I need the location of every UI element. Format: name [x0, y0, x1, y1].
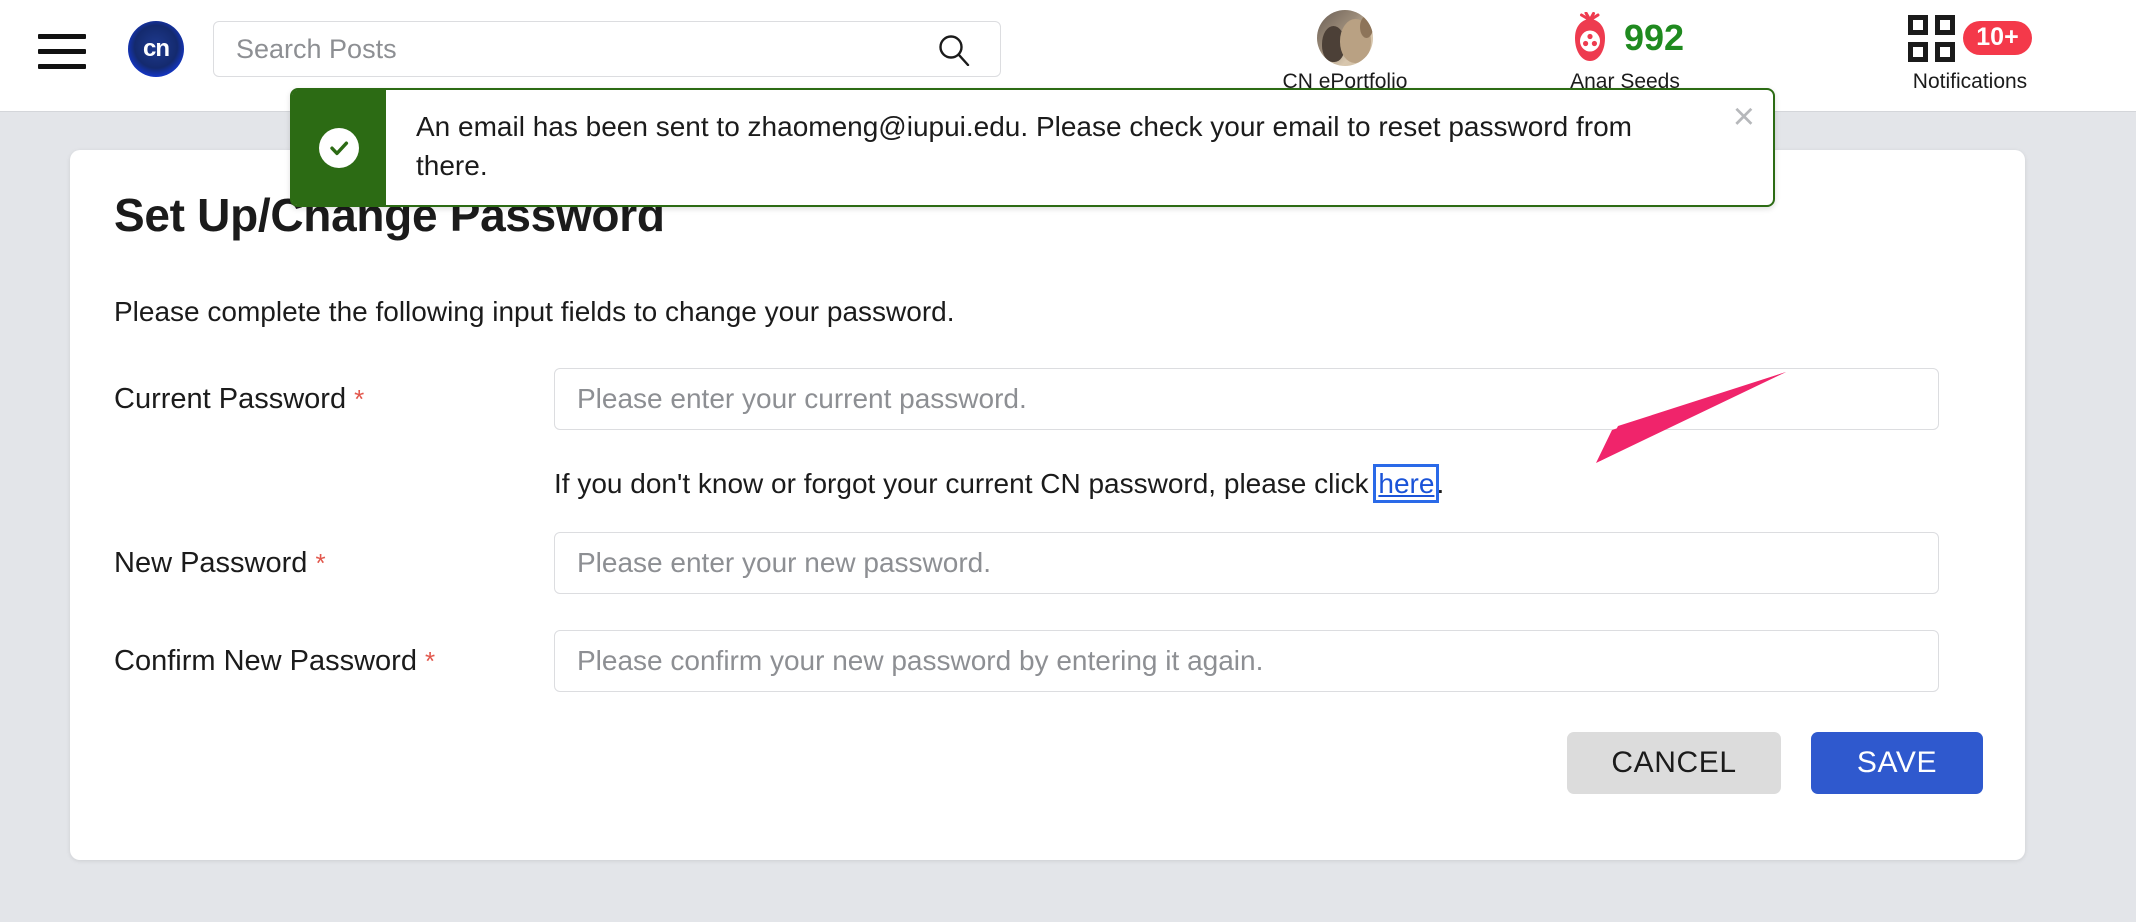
hamburger-bar — [38, 34, 86, 39]
label-text: Current Password — [114, 383, 347, 415]
required-marker: * — [425, 646, 436, 676]
search-box[interactable] — [213, 21, 1001, 77]
avatar-dog-ear — [1360, 16, 1373, 38]
save-button[interactable]: SAVE — [1811, 732, 1983, 794]
grid-cell — [1908, 14, 1929, 35]
confirm-password-input[interactable] — [554, 630, 1939, 692]
hamburger-menu-icon[interactable] — [38, 32, 86, 70]
forgot-password-hint: If you don't know or forgot your current… — [554, 464, 1445, 503]
required-marker: * — [315, 548, 326, 578]
notifications-row: 10+ — [1908, 10, 2032, 66]
hamburger-bar — [38, 49, 86, 54]
header-notifications-label: Notifications — [1912, 70, 2028, 93]
hint-text-after: . — [1436, 468, 1445, 499]
seeds-count: 992 — [1623, 17, 1685, 58]
check-circle-icon — [319, 127, 359, 168]
form-intro-text: Please complete the following input fiel… — [114, 296, 955, 327]
close-icon[interactable]: × — [1733, 98, 1755, 136]
hamburger-bar — [38, 64, 86, 69]
here-link[interactable]: here — [1373, 464, 1440, 503]
success-alert: An email has been sent to zhaomeng@iupui… — [290, 88, 1775, 208]
current-password-input[interactable] — [554, 368, 1939, 430]
search-input[interactable] — [234, 22, 894, 76]
pomegranate-icon — [1574, 12, 1605, 61]
label-new-password: New Password * — [114, 532, 554, 580]
grid-cell — [1908, 41, 1929, 62]
alert-message: An email has been sent to zhaomeng@iupui… — [416, 111, 1632, 181]
search-icon[interactable] — [938, 34, 970, 66]
label-text: Confirm New Password — [114, 645, 417, 677]
grid-cell — [1935, 14, 1956, 35]
hint-text-before: If you don't know or forgot your current… — [554, 468, 1377, 499]
required-marker: * — [354, 384, 365, 414]
field-row-current-password: Current Password * — [114, 368, 1984, 430]
header-seeds-link[interactable]: 992 Anar Seeds — [1525, 10, 1725, 94]
form-actions: CANCEL SAVE — [1567, 732, 1983, 794]
header-portfolio-link[interactable]: CN ePortfolio — [1255, 10, 1435, 94]
notifications-badge: 10+ — [1963, 21, 2032, 55]
password-card: Set Up/Change Password Please complete t… — [70, 150, 2025, 860]
label-current-password: Current Password * — [114, 368, 554, 416]
cn-logo[interactable]: cn — [128, 21, 184, 77]
alert-icon-column — [292, 90, 386, 206]
seeds-row: 992 — [1566, 10, 1684, 66]
header-notifications-link[interactable]: 10+ Notifications — [1860, 10, 2080, 94]
avatar — [1317, 10, 1373, 66]
grid-apps-icon[interactable] — [1908, 14, 1956, 62]
page-root: cn CN ePortfolio — [0, 0, 2136, 922]
field-row-new-password: New Password * — [114, 532, 1984, 594]
field-row-confirm-password: Confirm New Password * — [114, 630, 1984, 692]
label-confirm-new-password: Confirm New Password * — [114, 630, 554, 678]
grid-cell — [1935, 41, 1956, 62]
label-text: New Password — [114, 547, 308, 579]
new-password-input[interactable] — [554, 532, 1939, 594]
cancel-button[interactable]: CANCEL — [1567, 732, 1781, 794]
